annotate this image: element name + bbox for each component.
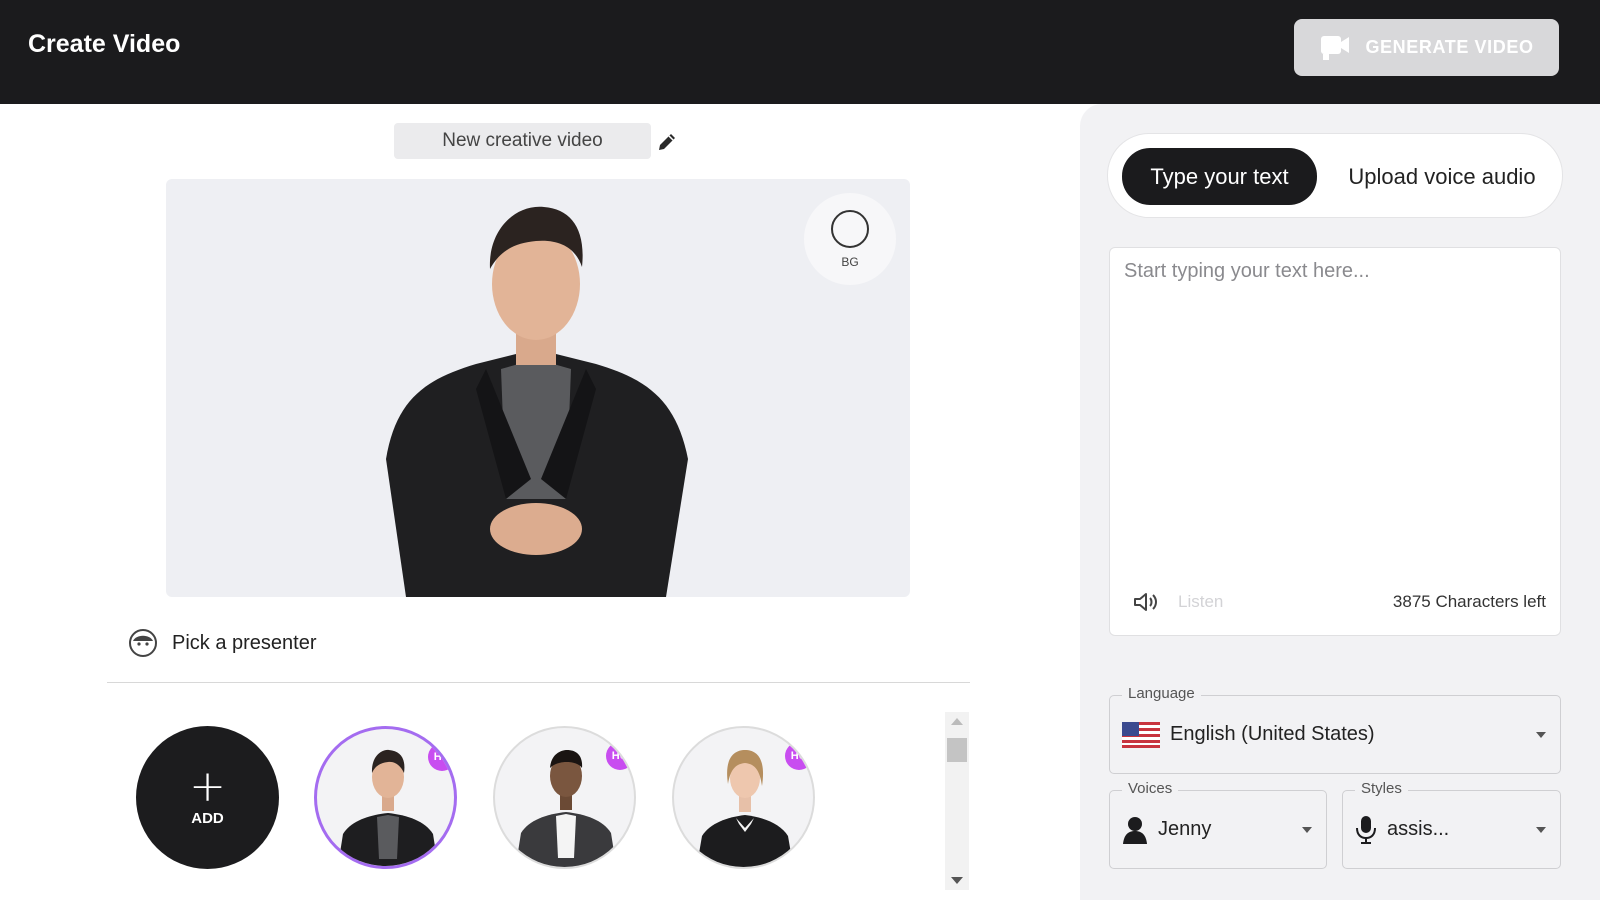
add-label: ADD — [191, 810, 224, 827]
scroll-up-arrow-icon[interactable] — [951, 718, 963, 725]
page-title: Create Video — [28, 30, 181, 58]
style-select[interactable]: Styles assis... — [1342, 780, 1561, 869]
script-panel: Type your text Upload voice audio Listen… — [1080, 104, 1600, 900]
scroll-thumb[interactable] — [947, 738, 967, 762]
input-mode-toggle: Type your text Upload voice audio — [1107, 133, 1563, 218]
hq-badge: HQ — [785, 742, 813, 770]
voice-value-row: Jenny — [1122, 791, 1211, 868]
tab-type-text[interactable]: Type your text — [1122, 148, 1317, 205]
editor-panel: New creative video BG Pick a presenter +… — [0, 104, 1080, 900]
language-value-row: English (United States) — [1122, 696, 1375, 773]
scroll-down-arrow-icon[interactable] — [951, 877, 963, 884]
background-label: BG — [841, 254, 859, 269]
hq-badge: HQ — [428, 743, 454, 771]
presenter-list-scrollbar[interactable] — [945, 712, 969, 890]
chevron-down-icon — [1302, 826, 1312, 833]
script-text-input[interactable] — [1124, 260, 1544, 550]
plus-icon: + — [189, 761, 226, 812]
video-title-field[interactable]: New creative video — [394, 123, 651, 159]
background-button[interactable]: BG — [804, 193, 896, 285]
style-value: assis... — [1387, 818, 1450, 840]
script-text-box: Listen 3875 Characters left — [1109, 247, 1561, 636]
language-value: English (United States) — [1170, 723, 1375, 745]
divider — [107, 682, 970, 683]
listen-button[interactable]: Listen — [1178, 592, 1223, 612]
characters-left-counter: 3875 Characters left — [1392, 592, 1546, 611]
add-presenter-button[interactable]: + ADD — [136, 726, 279, 869]
chevron-down-icon — [1536, 826, 1546, 833]
voice-value: Jenny — [1158, 818, 1212, 840]
presenter-option-2[interactable]: HQ — [493, 726, 636, 869]
video-camera-icon — [1321, 35, 1350, 60]
presenter-option-1[interactable]: HQ — [314, 726, 457, 869]
top-bar: Create Video GENERATE VIDEO — [0, 0, 1600, 104]
chevron-down-icon — [1536, 731, 1546, 738]
pick-presenter-label: Pick a presenter — [172, 631, 317, 654]
speaker-icon[interactable] — [1132, 590, 1160, 614]
presenter-list: + ADD HQ HQ HQ — [136, 726, 936, 870]
presenter-option-3[interactable]: HQ — [672, 726, 815, 869]
us-flag-icon — [1122, 721, 1160, 748]
generate-video-label: GENERATE VIDEO — [1365, 37, 1534, 57]
video-preview: BG — [166, 179, 910, 597]
language-select[interactable]: Language English (United States) — [1109, 685, 1561, 774]
pick-presenter-heading: Pick a presenter — [128, 628, 317, 658]
voice-select[interactable]: Voices Jenny — [1109, 780, 1327, 869]
face-icon — [129, 629, 157, 657]
presenter-preview-image — [386, 206, 688, 597]
generate-video-button[interactable]: GENERATE VIDEO — [1294, 19, 1559, 76]
background-circle-icon — [831, 209, 869, 248]
style-value-row: assis... — [1355, 791, 1449, 868]
person-icon — [1123, 816, 1147, 844]
tab-upload-audio[interactable]: Upload voice audio — [1324, 148, 1560, 205]
hq-badge: HQ — [606, 742, 634, 770]
microphone-icon — [1356, 815, 1376, 844]
pencil-icon[interactable] — [656, 131, 678, 153]
